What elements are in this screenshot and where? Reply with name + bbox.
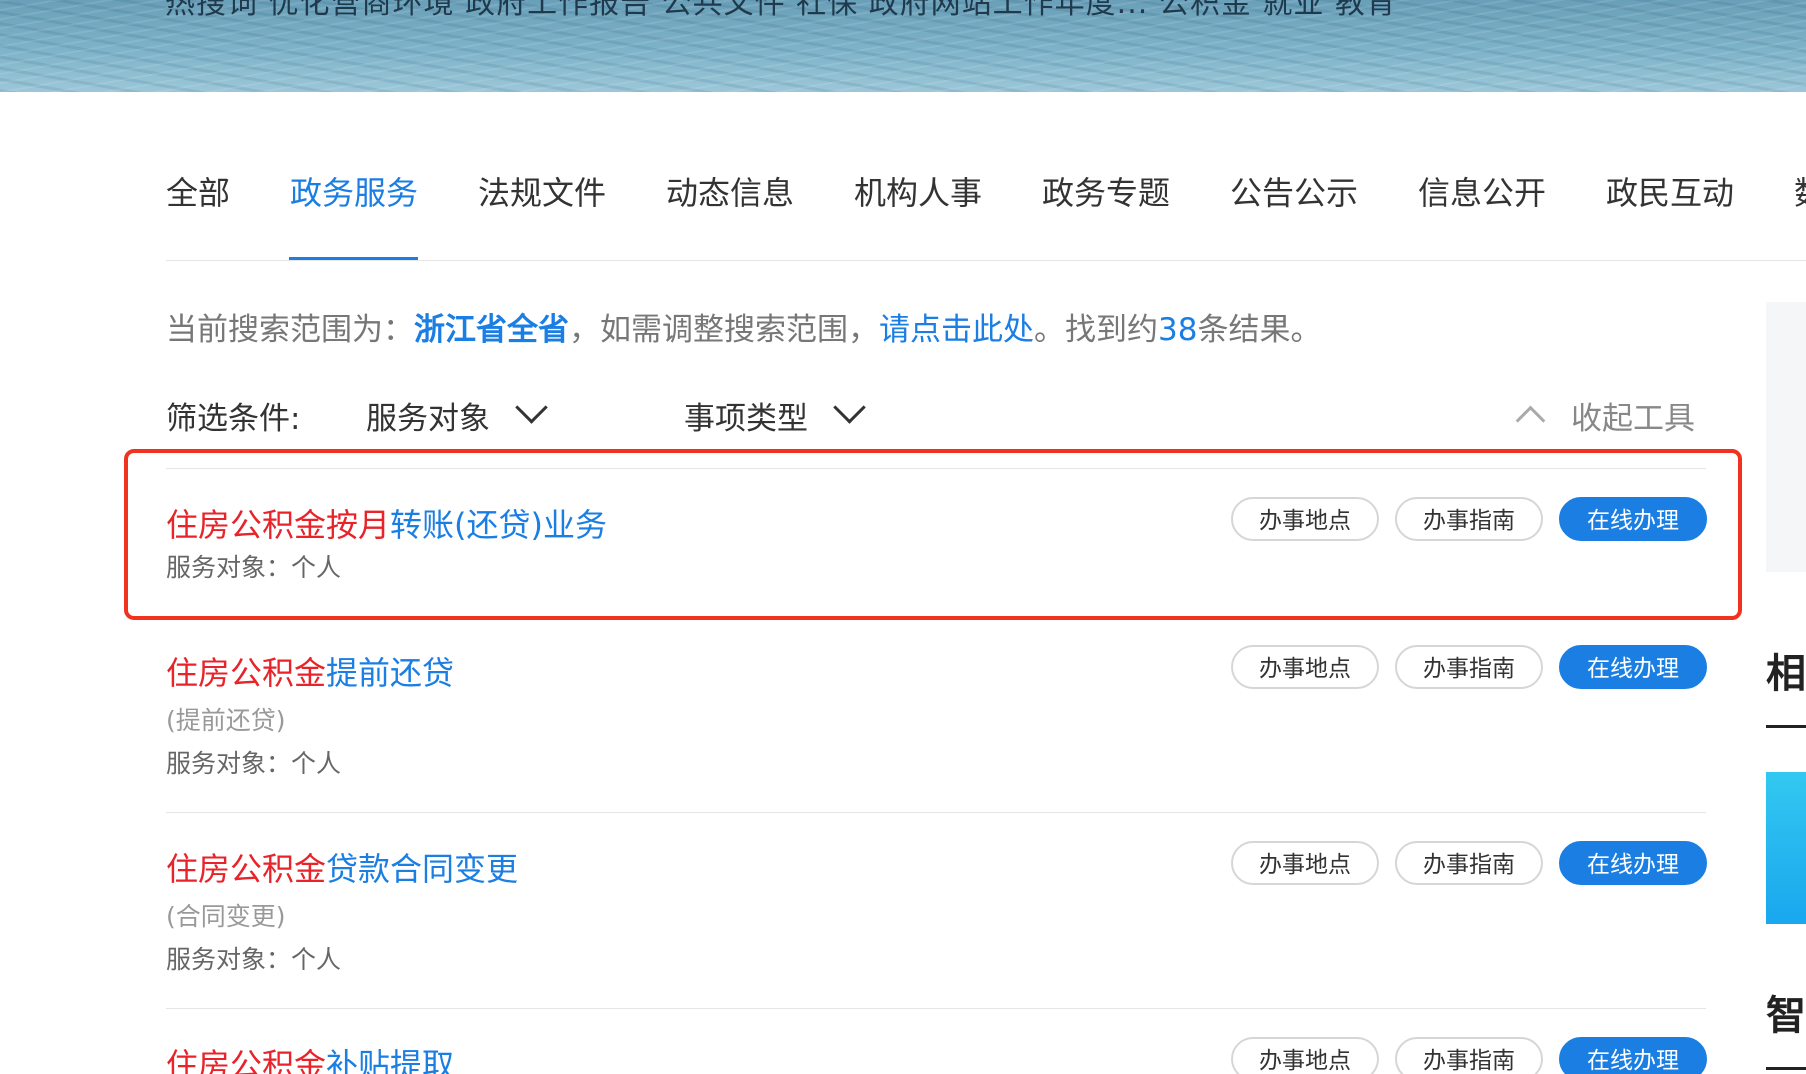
tab-announcements[interactable]: 公告公示 xyxy=(1230,168,1358,214)
tab-topics[interactable]: 政务专题 xyxy=(1042,168,1170,214)
side-divider xyxy=(1766,725,1806,728)
item-type-dropdown[interactable]: 事项类型 xyxy=(684,391,866,438)
scope-region: 浙江省全省 xyxy=(414,312,569,348)
tab-all[interactable]: 全部 xyxy=(166,168,230,214)
category-tabs: 全部 政务服务 法规文件 动态信息 机构人事 政务专题 公告公示 信息公开 政民… xyxy=(166,168,1806,262)
guide-button[interactable]: 办事指南 xyxy=(1395,497,1543,541)
side-banner-image[interactable] xyxy=(1766,772,1806,924)
tab-regulations[interactable]: 法规文件 xyxy=(478,168,606,214)
guide-button[interactable]: 办事指南 xyxy=(1395,841,1543,885)
result-title[interactable]: 住房公积金贷款合同变更 xyxy=(166,844,518,890)
sea-banner: 热搜词 优化营商环境 政府工作报告 公共文件 社保 政府网站工作年度... 公积… xyxy=(0,0,1806,92)
chevron-down-icon xyxy=(515,391,548,424)
location-button[interactable]: 办事地点 xyxy=(1231,497,1379,541)
tab-interaction[interactable]: 政民互动 xyxy=(1606,168,1734,214)
result-alias: (提前还贷) xyxy=(166,706,286,735)
location-button[interactable]: 办事地点 xyxy=(1231,645,1379,689)
online-service-button[interactable]: 在线办理 xyxy=(1559,645,1707,689)
title-keyword: 住房公积金 xyxy=(166,1046,327,1074)
tabs-divider xyxy=(166,260,1806,261)
location-button[interactable]: 办事地点 xyxy=(1231,841,1379,885)
result-service-target: 服务对象：个人 xyxy=(166,553,342,582)
hot-search-keywords[interactable]: 热搜词 优化营商环境 政府工作报告 公共文件 社保 政府网站工作年度... 公积… xyxy=(165,0,1397,22)
collapse-tools-label: 收起工具 xyxy=(1571,401,1695,437)
collapse-tools-button[interactable]: 收起工具 xyxy=(1515,393,1695,438)
title-rest: 贷款合同变更 xyxy=(326,850,519,888)
scope-found-prefix: 。找到约 xyxy=(1034,312,1158,348)
item-type-label: 事项类型 xyxy=(684,401,808,437)
scope-prefix: 当前搜索范围为： xyxy=(166,312,414,348)
result-service-target: 服务对象：个人 xyxy=(166,749,342,778)
title-rest: 补贴提取 xyxy=(326,1046,455,1074)
title-keyword: 住房公积金 xyxy=(166,850,327,888)
side-panel xyxy=(1766,302,1806,572)
row-divider xyxy=(166,616,1706,617)
title-rest: 提前还贷 xyxy=(326,654,455,692)
tab-government-services[interactable]: 政务服务 xyxy=(290,168,418,214)
result-alias: (合同变更) xyxy=(166,902,286,931)
result-count: 38 xyxy=(1158,312,1198,348)
side-divider-2 xyxy=(1766,1067,1806,1070)
tab-news[interactable]: 动态信息 xyxy=(666,168,794,214)
tab-personnel[interactable]: 机构人事 xyxy=(854,168,982,214)
online-service-button[interactable]: 在线办理 xyxy=(1559,841,1707,885)
location-button[interactable]: 办事地点 xyxy=(1231,1037,1379,1074)
title-keyword: 住房公积金 xyxy=(166,654,327,692)
title-rest: 转账(还贷)业务 xyxy=(390,506,607,544)
search-scope: 当前搜索范围为：浙江省全省，如需调整搜索范围，请点击此处。找到约38条结果。 xyxy=(166,304,1321,349)
service-target-dropdown[interactable]: 服务对象 xyxy=(366,391,548,438)
guide-button[interactable]: 办事指南 xyxy=(1395,1037,1543,1074)
result-title[interactable]: 住房公积金补贴提取 xyxy=(166,1040,454,1074)
result-title[interactable]: 住房公积金提前还贷 xyxy=(166,648,454,694)
tab-data[interactable]: 数 xyxy=(1794,168,1806,214)
service-target-label: 服务对象 xyxy=(366,401,490,437)
row-divider xyxy=(166,812,1706,813)
side-section-title-related: 相 xyxy=(1766,651,1806,697)
side-section-title-smart: 智 xyxy=(1766,993,1806,1039)
scope-found-suffix: 条结果。 xyxy=(1197,312,1322,348)
tab-info-disclosure[interactable]: 信息公开 xyxy=(1418,168,1546,214)
title-keyword: 住房公积金按月 xyxy=(166,506,391,544)
change-scope-link[interactable]: 请点击此处 xyxy=(879,312,1034,348)
row-divider xyxy=(166,468,1706,469)
guide-button[interactable]: 办事指南 xyxy=(1395,645,1543,689)
online-service-button[interactable]: 在线办理 xyxy=(1559,497,1707,541)
scope-middle: ，如需调整搜索范围， xyxy=(569,312,879,348)
filter-label: 筛选条件: xyxy=(166,401,301,437)
search-results-page: 热搜词 优化营商环境 政府工作报告 公共文件 社保 政府网站工作年度... 公积… xyxy=(0,0,1806,1074)
chevron-down-icon xyxy=(833,391,866,424)
chevron-up-icon xyxy=(1515,405,1546,436)
online-service-button[interactable]: 在线办理 xyxy=(1559,1037,1707,1074)
result-title[interactable]: 住房公积金按月转账(还贷)业务 xyxy=(166,500,607,546)
row-divider xyxy=(166,1008,1706,1009)
result-service-target: 服务对象：个人 xyxy=(166,945,342,974)
